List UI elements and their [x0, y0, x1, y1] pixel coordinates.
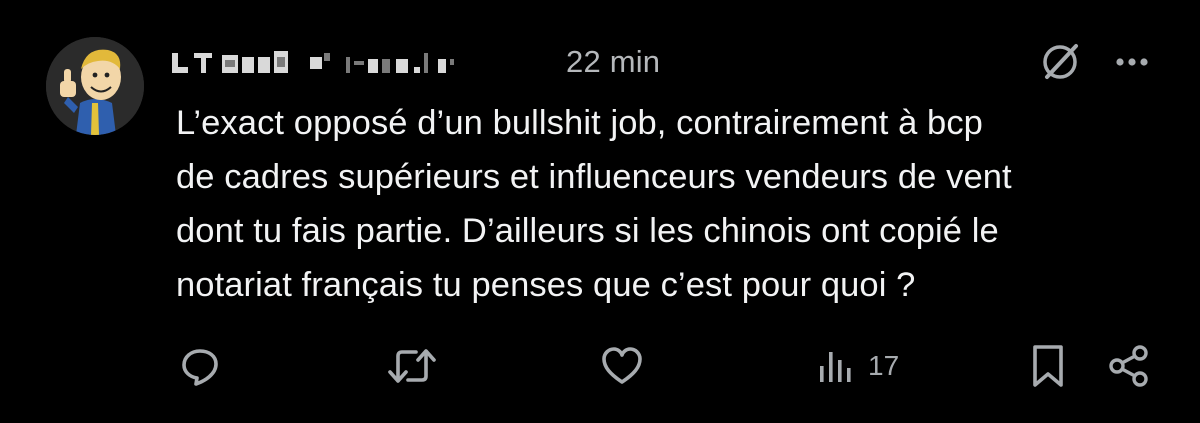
views-button[interactable]: 17	[816, 338, 899, 394]
post[interactable]: 22 min L’exact opposé d’un bullshit job,…	[0, 0, 1200, 423]
post-timestamp[interactable]: 22 min	[566, 44, 660, 80]
repost-icon	[388, 349, 436, 383]
post-text: L’exact opposé d’un bullshit job, contra…	[176, 104, 1012, 304]
views-icon	[820, 352, 851, 382]
avatar[interactable]	[46, 37, 144, 135]
like-icon	[602, 347, 642, 384]
bookmark-icon	[1033, 345, 1063, 387]
grok-icon[interactable]	[1038, 40, 1082, 84]
share-button[interactable]	[1106, 338, 1152, 394]
bookmark-button[interactable]	[1030, 338, 1066, 394]
post-header: 22 min	[170, 40, 660, 84]
views-count: 17	[868, 350, 900, 381]
like-button[interactable]	[600, 338, 644, 394]
share-icon	[1109, 345, 1148, 387]
more-icon[interactable]	[1112, 40, 1152, 84]
vault-boy-avatar-icon	[46, 37, 144, 135]
reply-button[interactable]	[178, 338, 222, 394]
reply-icon	[182, 349, 218, 386]
repost-button[interactable]	[386, 338, 438, 394]
post-header-actions	[1038, 40, 1152, 84]
author-display-name-redacted[interactable]	[170, 47, 550, 77]
post-action-bar: 17	[0, 338, 1200, 394]
